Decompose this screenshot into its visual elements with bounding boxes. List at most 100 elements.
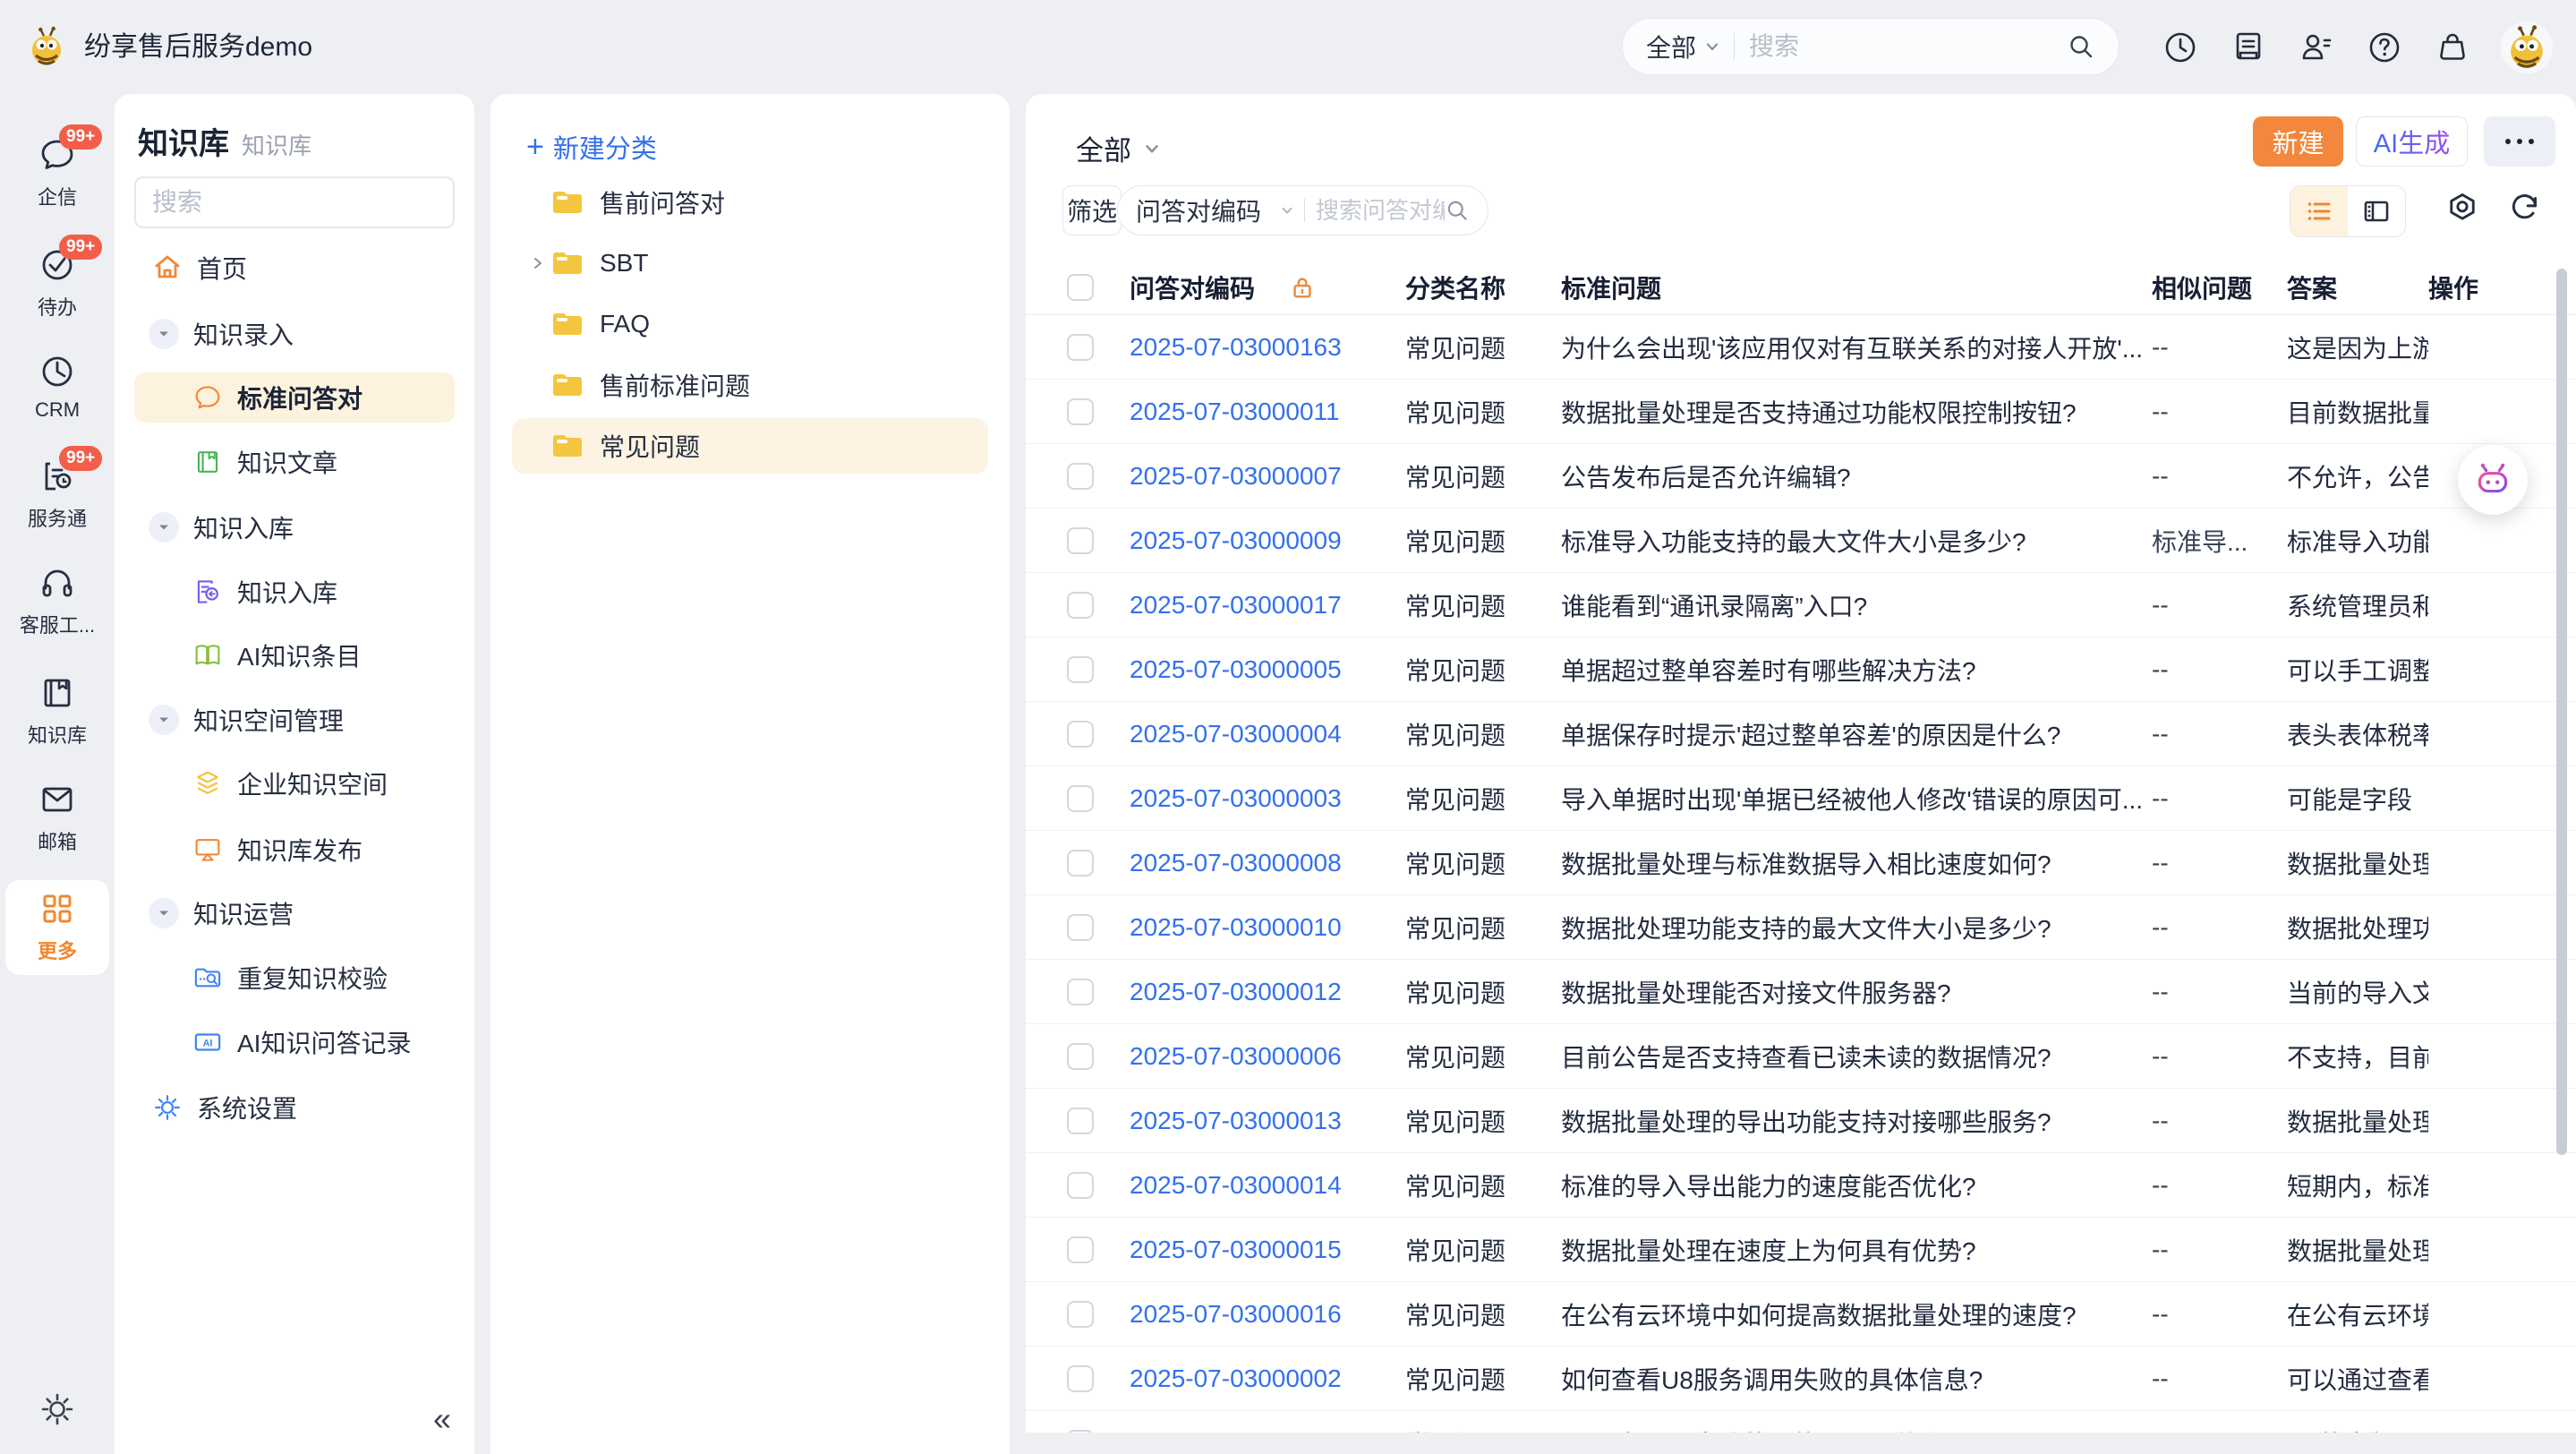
collapse-panel-button[interactable]: « [433,1400,451,1438]
contacts-icon[interactable] [2297,28,2336,67]
row-checkbox[interactable] [1067,1043,1094,1070]
nav-item-enterprise-space[interactable]: 企业知识空间 [134,758,455,808]
row-checkbox[interactable] [1067,785,1094,812]
bag-icon[interactable] [2433,28,2472,67]
row-checkbox[interactable] [1067,1108,1094,1134]
folder-item-presale-standard[interactable]: 售前标准问题 [512,357,988,413]
sidebar-item-mail[interactable]: 邮箱 [0,780,115,855]
board-view-button[interactable] [2348,186,2405,236]
qa-code-link[interactable]: 2025-07-03000017 [1130,591,1342,620]
approval-doc-icon[interactable] [2229,28,2268,67]
row-checkbox[interactable] [1067,592,1094,619]
sidebar-item-fuwutong[interactable]: 99+ 服务通 [0,457,115,532]
global-search-input[interactable] [1749,32,2067,61]
nav-group-knowledge-operation[interactable]: 知识运营 [134,888,455,938]
qa-code-link[interactable]: 2025-07-03000011 [1130,398,1340,426]
search-icon[interactable] [2067,32,2095,61]
qa-code-link[interactable]: 2025-07-03000163 [1130,333,1342,362]
qa-code-link[interactable]: 2025-07-03000012 [1130,978,1342,1006]
qa-code-link[interactable]: 2025-07-03000006 [1130,1042,1342,1071]
row-checkbox[interactable] [1067,656,1094,683]
nav-item-ai-qa-records[interactable]: AI AI知识问答记录 [134,1017,455,1067]
column-header-similar[interactable]: 相似问题 [2152,269,2287,305]
global-search[interactable]: 全部 [1622,18,2120,75]
global-search-scope-dropdown[interactable]: 全部 [1646,29,1721,64]
nav-item-ai-knowledge-entries[interactable]: AI知识条目 [134,630,455,680]
row-checkbox[interactable] [1067,721,1094,748]
kb-nav-search-input[interactable] [152,188,437,217]
sidebar-item-crm[interactable]: CRM [0,352,115,422]
row-checkbox[interactable] [1067,398,1094,425]
column-header-answer[interactable]: 答案 [2287,269,2428,305]
qa-code-link[interactable]: 2025-07-03000008 [1130,849,1342,877]
qa-code-link[interactable]: 2025-07-03000016 [1130,1300,1342,1329]
nav-group-knowledge-intake[interactable]: 知识入库 [134,502,455,552]
column-header-category[interactable]: 分类名称 [1405,269,1561,305]
filter-button[interactable]: 筛选 [1062,185,1122,235]
column-header-question[interactable]: 标准问题 [1561,269,2152,305]
row-checkbox[interactable] [1067,1365,1094,1392]
qa-code-link[interactable]: 2025-07-03000013 [1130,1107,1342,1135]
list-view-button[interactable] [2290,186,2348,236]
scope-dropdown[interactable]: 全部 [1076,128,1162,168]
qa-code-link[interactable]: 2025-07-03000007 [1130,462,1342,491]
row-checkbox[interactable] [1067,334,1094,361]
row-checkbox[interactable] [1067,463,1094,490]
nav-item-knowledge-intake[interactable]: 知识入库 [134,567,455,617]
nav-item-duplicate-check[interactable]: 重复知识校验 [134,953,455,1003]
vertical-scrollbar-thumb[interactable] [2556,269,2567,1155]
row-checkbox[interactable] [1067,1172,1094,1199]
new-button[interactable]: 新建 [2253,116,2343,167]
qa-code-search-input[interactable] [1316,197,1445,225]
kb-nav-search[interactable] [134,176,455,228]
folder-item-common-questions[interactable]: 常见问题 [512,418,988,474]
qa-code-link[interactable]: 2025-07-03000004 [1130,720,1342,748]
nav-item-system-settings[interactable]: 系统设置 [134,1082,455,1133]
clock-icon[interactable] [2161,28,2200,67]
field-settings-button[interactable] [2444,191,2480,227]
qa-code-link[interactable]: 2025-07-03000009 [1130,526,1342,555]
qa-code-link[interactable]: 2025-07-03000002 [1130,1364,1342,1393]
folder-item-presale-qa[interactable]: 售前问答对 [512,175,988,230]
nav-item-standard-qa[interactable]: 标准问答对 [134,372,455,423]
ai-assistant-floating-button[interactable] [2458,445,2528,515]
nav-item-home[interactable]: 首页 [134,243,455,293]
qa-code-link[interactable]: 2025-07-03000014 [1130,1171,1342,1200]
qa-code-link[interactable]: 2025-07-03000015 [1130,1236,1342,1264]
folder-item-sbt[interactable]: SBT [512,235,988,291]
row-checkbox[interactable] [1067,527,1094,554]
row-checkbox[interactable] [1067,979,1094,1005]
sidebar-item-zhishiku[interactable]: 知识库 [0,673,115,748]
new-category-button[interactable]: + 新建分类 [526,128,657,166]
column-header-actions[interactable]: 操作 [2428,269,2576,305]
nav-group-space-management[interactable]: 知识空间管理 [134,695,455,745]
nav-item-kb-publish[interactable]: 知识库发布 [134,825,455,875]
help-icon[interactable] [2365,28,2404,67]
nav-item-knowledge-article[interactable]: 知识文章 [134,437,455,487]
nav-group-knowledge-entry[interactable]: 知识录入 [134,309,455,359]
qa-code-link[interactable]: 2025-07-03000003 [1130,784,1342,813]
row-checkbox[interactable] [1067,1301,1094,1328]
search-field-dropdown[interactable]: 问答对编码 [1136,192,1295,228]
qa-code-link[interactable]: 2025-07-03000010 [1130,913,1342,942]
folder-item-faq[interactable]: FAQ [512,296,988,352]
qa-code-link[interactable]: 2025-07-03000005 [1130,655,1342,684]
sidebar-item-todo[interactable]: 99+ 待办 [0,245,115,321]
column-header-qa-code[interactable]: 问答对编码 [1130,269,1255,305]
user-avatar[interactable] [2501,21,2553,73]
row-checkbox[interactable] [1067,1236,1094,1263]
ai-generate-button[interactable]: AI生成 [2356,116,2468,167]
row-checkbox[interactable] [1067,850,1094,877]
sidebar-item-kefu[interactable]: 客服工... [0,563,115,638]
select-all-checkbox[interactable] [1067,274,1094,301]
more-actions-button[interactable] [2484,116,2555,167]
refresh-button[interactable] [2508,191,2542,225]
search-icon[interactable] [1445,198,1470,223]
horizontal-scrollbar-track[interactable] [1026,1433,2576,1454]
sidebar-item-more[interactable]: 更多 [0,889,115,964]
row-similar-question: -- [2152,1042,2287,1071]
settings-gear-icon[interactable] [0,1391,115,1427]
row-checkbox[interactable] [1067,914,1094,941]
sidebar-item-qixin[interactable]: 99+ 企信 [0,135,115,210]
qa-code-search[interactable]: 问答对编码 [1117,185,1488,235]
